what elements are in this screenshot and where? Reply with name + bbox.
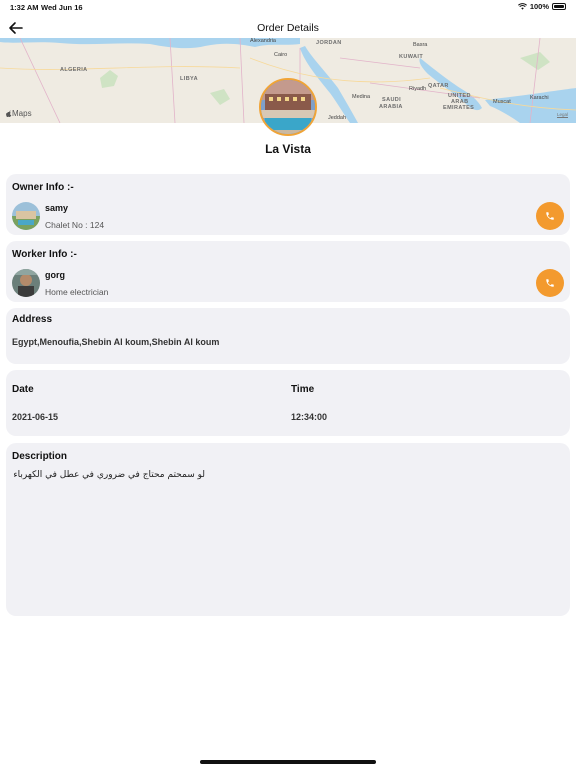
map-region-label: JORDAN bbox=[316, 40, 342, 46]
call-owner-button[interactable] bbox=[536, 202, 564, 230]
map-legal-link[interactable]: Legal bbox=[557, 112, 568, 117]
worker-avatar bbox=[12, 269, 40, 297]
schedule-card: Date 2021-06-15 Time 12:34:00 bbox=[6, 370, 570, 436]
home-indicator[interactable] bbox=[200, 760, 376, 764]
map-city-label: Muscat bbox=[493, 99, 511, 105]
map-city-label: Medina bbox=[352, 94, 371, 100]
worker-photo bbox=[12, 269, 40, 297]
status-bar: 1:32 AM Wed Jun 16 100% bbox=[0, 0, 576, 14]
description-card: Description لو سمحتم محتاج في ضروري في ع… bbox=[6, 443, 570, 616]
status-time: 1:32 AM bbox=[10, 3, 39, 12]
phone-icon bbox=[546, 212, 554, 220]
time-value: 12:34:00 bbox=[291, 412, 328, 422]
map-city-label: Alexandria bbox=[250, 38, 276, 44]
description-heading: Description bbox=[12, 451, 68, 462]
page-title: Order Details bbox=[257, 22, 319, 34]
maps-attribution: Maps bbox=[6, 109, 32, 118]
map-region-label: ALGERIA bbox=[60, 67, 88, 73]
worker-profession: Home electrician bbox=[45, 287, 109, 297]
time-heading: Time bbox=[291, 384, 315, 395]
worker-name: gorg bbox=[45, 270, 65, 280]
map-city-label: Karachi bbox=[530, 95, 549, 101]
description-value: لو سمحتم محتاج في ضروري في عطل في الكهرب… bbox=[13, 470, 205, 480]
map-city-label: Riyadh bbox=[409, 86, 427, 92]
place-photo bbox=[261, 80, 315, 134]
call-worker-button[interactable] bbox=[536, 269, 564, 297]
battery-percent: 100% bbox=[529, 2, 549, 11]
wifi-icon bbox=[517, 3, 527, 10]
place-avatar bbox=[259, 78, 317, 136]
owner-chalet: Chalet No : 124 bbox=[45, 220, 105, 230]
map-region-label: EMIRATES bbox=[443, 105, 475, 111]
owner-name: samy bbox=[45, 203, 69, 213]
owner-info-card: Owner Info :- samy Chalet No : 124 bbox=[6, 174, 570, 235]
date-value: 2021-06-15 bbox=[12, 412, 59, 422]
date-heading: Date bbox=[12, 384, 34, 395]
address-card: Address Egypt,Menoufia,Shebin Al koum,Sh… bbox=[6, 308, 570, 364]
map-region-label: ARABIA bbox=[379, 104, 403, 110]
battery-icon bbox=[552, 3, 566, 10]
maps-attribution-label: Maps bbox=[12, 109, 32, 118]
address-heading: Address bbox=[12, 314, 53, 325]
owner-photo bbox=[12, 202, 40, 230]
map-region-label: LIBYA bbox=[180, 76, 198, 82]
status-right: 100% bbox=[517, 2, 566, 11]
status-date: Wed Jun 16 bbox=[41, 3, 83, 12]
worker-info-card: Worker Info :- gorg Home electrician bbox=[6, 241, 570, 302]
map-region-label: QATAR bbox=[428, 83, 449, 89]
nav-bar: Order Details bbox=[0, 14, 576, 40]
owner-info-heading: Owner Info :- bbox=[12, 182, 74, 193]
worker-info-heading: Worker Info :- bbox=[12, 249, 77, 260]
map-city-label: Jeddah bbox=[328, 115, 347, 121]
map-city-label: Basra bbox=[413, 42, 428, 48]
map-region-label: KUWAIT bbox=[399, 54, 424, 60]
map-region-label: SAUDI bbox=[382, 97, 402, 103]
address-value: Egypt,Menoufia,Shebin Al koum,Shebin Al … bbox=[12, 337, 220, 347]
owner-avatar bbox=[12, 202, 40, 230]
map-city-label: Cairo bbox=[274, 52, 288, 58]
place-name: La Vista bbox=[265, 142, 311, 156]
phone-icon bbox=[546, 279, 554, 287]
